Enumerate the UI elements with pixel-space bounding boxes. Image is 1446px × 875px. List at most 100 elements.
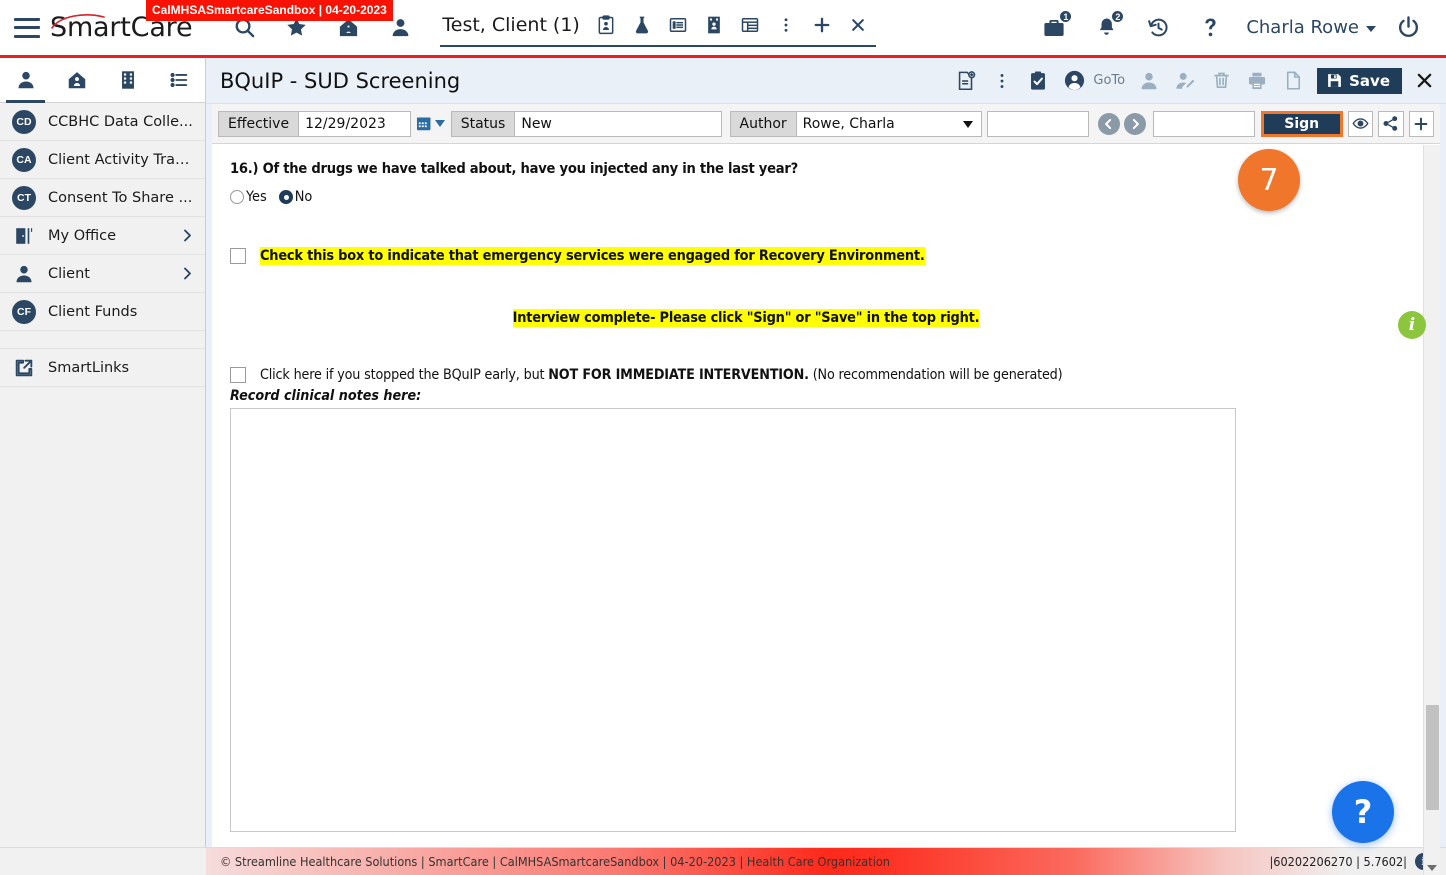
form-panel: Effective 12/29/2023 Status New Author R…: [206, 104, 1446, 875]
sidebar-divider: [0, 331, 205, 349]
plus-icon[interactable]: [1408, 110, 1434, 137]
form-scrollbar[interactable]: [1423, 145, 1440, 875]
chevron-right-icon: [180, 266, 195, 281]
body-wrapper: CD CCBHC Data Colle... CA Client Activit…: [0, 58, 1446, 875]
sidebar: CD CCBHC Data Colle... CA Client Activit…: [0, 58, 206, 875]
sidebar-item-my-office[interactable]: My Office: [0, 217, 205, 255]
sidebar-item-client-activity-tracking[interactable]: CA Client Activity Trac...: [0, 141, 205, 179]
save-button[interactable]: Save: [1317, 67, 1402, 94]
sidebar-item-label: Consent To Share ...: [48, 189, 193, 206]
share-icon[interactable]: [1378, 110, 1404, 137]
emergency-services-row: Check this box to indicate that emergenc…: [230, 247, 1422, 265]
clinical-notes-label: Record clinical notes here:: [230, 388, 422, 404]
calendar-icon[interactable]: [415, 111, 445, 137]
step-marker-7: 7: [1238, 149, 1300, 211]
client-name[interactable]: Test, Client (1): [440, 14, 587, 36]
effective-date-input[interactable]: 12/29/2023: [298, 110, 411, 137]
scrollbar-thumb[interactable]: [1426, 705, 1439, 810]
author-label: Author: [729, 110, 796, 137]
sidebar-item-ccbhc-data-collection[interactable]: CD CCBHC Data Colle...: [0, 103, 205, 141]
sidebar-item-label: My Office: [48, 227, 117, 244]
clipboard-person-icon[interactable]: [591, 10, 621, 40]
sidebar-item-smartlinks[interactable]: SmartLinks: [0, 349, 205, 387]
plus-icon[interactable]: [807, 10, 837, 40]
author-select[interactable]: Rowe, Charla: [795, 110, 982, 137]
briefcase-count: 1: [1059, 9, 1073, 23]
footer-copyright: © Streamline Healthcare Solutions | Smar…: [220, 854, 890, 869]
status-label: Status: [450, 110, 515, 137]
sidebar-tab-client[interactable]: [0, 58, 51, 103]
info-badge-icon[interactable]: i: [1398, 311, 1426, 339]
clinical-notes-textarea[interactable]: [230, 408, 1236, 832]
person-edit-icon: [1171, 66, 1199, 96]
stopped-early-checkbox[interactable]: [230, 367, 246, 383]
bell-icon[interactable]: 2: [1089, 9, 1125, 45]
close-icon[interactable]: [843, 10, 873, 40]
radio-yes[interactable]: [230, 190, 244, 204]
sidebar-item-consent-to-share[interactable]: CT Consent To Share ...: [0, 179, 205, 217]
stopped-early-suffix: (No recommendation will be generated): [808, 367, 1063, 383]
arrow-right-icon[interactable]: [1124, 112, 1147, 135]
radio-no[interactable]: [278, 190, 293, 204]
new-document-icon[interactable]: [952, 66, 980, 96]
client-activity-badge-icon: CA: [12, 147, 36, 172]
interview-complete-message: Interview complete- Please click "Sign" …: [512, 309, 980, 327]
save-label: Save: [1349, 71, 1390, 90]
eye-icon[interactable]: [1347, 110, 1374, 137]
sidebar-item-client-funds[interactable]: CF Client Funds: [0, 293, 205, 331]
briefcase-icon[interactable]: 1: [1037, 9, 1073, 45]
emergency-services-label: Check this box to indicate that emergenc…: [260, 247, 925, 265]
clipboard-check-icon[interactable]: [1024, 66, 1052, 96]
ccbhc-badge-icon: CD: [12, 109, 36, 134]
sidebar-item-label: SmartLinks: [48, 359, 130, 376]
user-name: Charla Rowe: [1246, 17, 1359, 38]
kebab-menu-icon[interactable]: [988, 66, 1016, 96]
printer-icon: [1243, 66, 1271, 96]
meta-blank-field-2[interactable]: [1152, 110, 1255, 137]
person-icon: [12, 262, 36, 286]
sidebar-item-client[interactable]: Client: [0, 255, 205, 293]
sidebar-tab-organization[interactable]: [103, 58, 154, 102]
power-icon[interactable]: [1391, 11, 1425, 45]
scrollbar-down-arrow-icon[interactable]: [1427, 865, 1437, 871]
sidebar-item-label: Client Funds: [48, 303, 138, 320]
page-title: BQuIP - SUD Screening: [220, 68, 461, 93]
page-header-bar: BQuIP - SUD Screening GoTo Save: [206, 58, 1446, 104]
kebab-menu-icon[interactable]: [771, 10, 801, 40]
flask-icon[interactable]: [627, 10, 657, 40]
sidebar-tab-home[interactable]: [51, 58, 102, 102]
goto-label[interactable]: GoTo: [1093, 73, 1125, 88]
question-mark-icon[interactable]: [1193, 11, 1227, 45]
emergency-services-checkbox[interactable]: [230, 248, 246, 264]
external-link-icon: [12, 356, 36, 380]
history-icon[interactable]: [1141, 11, 1175, 45]
page-toolbar: GoTo Save: [948, 66, 1438, 96]
chevron-down-icon: [434, 120, 445, 127]
hamburger-icon[interactable]: [14, 17, 40, 38]
footer-left-pad: [0, 847, 206, 875]
client-tab[interactable]: Test, Client (1): [440, 9, 876, 47]
meta-blank-field-1[interactable]: [987, 110, 1090, 137]
client-funds-badge-icon: CF: [12, 299, 36, 324]
sidebar-tabs: [0, 58, 205, 103]
list-document-icon[interactable]: [663, 10, 693, 40]
office-door-icon: [12, 224, 36, 248]
table-icon[interactable]: [735, 10, 765, 40]
chevron-down-icon: [1366, 26, 1376, 32]
user-menu[interactable]: Charla Rowe: [1246, 17, 1376, 38]
account-circle-icon[interactable]: [1060, 66, 1088, 96]
bell-count: 2: [1111, 9, 1125, 23]
arrow-left-icon[interactable]: [1098, 112, 1121, 135]
close-page-icon[interactable]: [1410, 67, 1438, 95]
sign-button[interactable]: Sign: [1260, 110, 1343, 137]
environment-badge: CalMHSASmartcareSandbox | 04-20-2023: [146, 0, 393, 21]
effective-label: Effective: [218, 110, 299, 137]
form-body: 16.) Of the drugs we have talked about, …: [212, 144, 1440, 875]
author-value: Rowe, Charla: [802, 115, 895, 132]
building-person-icon[interactable]: [699, 10, 729, 40]
status-input[interactable]: New: [514, 110, 722, 137]
sidebar-tab-list[interactable]: [154, 58, 205, 102]
person-icon: [1135, 66, 1163, 96]
help-fab-button[interactable]: ?: [1332, 781, 1394, 843]
trash-icon: [1207, 66, 1235, 96]
